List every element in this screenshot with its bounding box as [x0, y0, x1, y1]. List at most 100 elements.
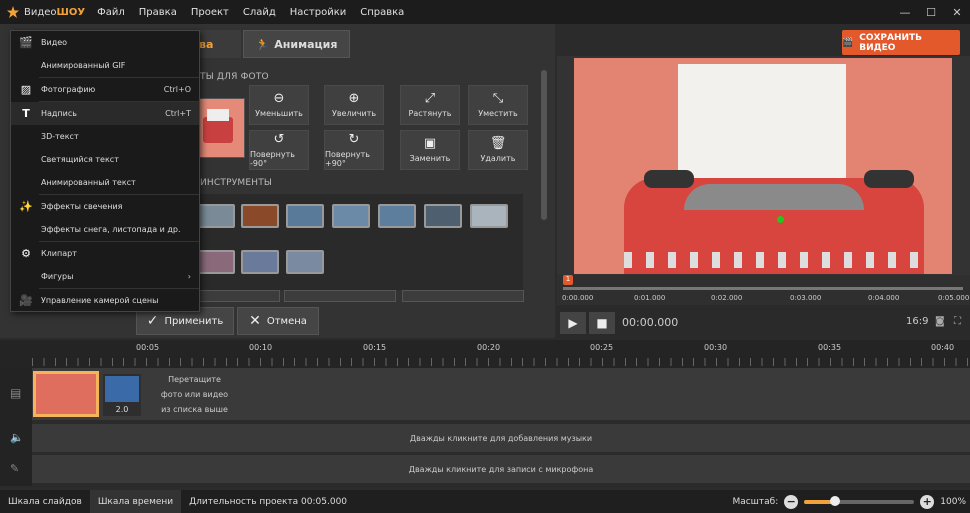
rotate-left-icon: ↺: [273, 131, 285, 147]
close-icon: ✕: [249, 313, 261, 329]
ruler-label: 00:40: [931, 343, 955, 352]
close-button[interactable]: ✕: [944, 6, 970, 19]
menu-item-video[interactable]: 🎬 Видео: [11, 31, 199, 54]
effect-thumb[interactable]: [286, 250, 324, 274]
effect-thumb[interactable]: [378, 204, 416, 228]
effects-grid: [187, 194, 523, 290]
clapper-icon: 🎬: [19, 36, 33, 49]
zoom-in-timeline-button[interactable]: +: [920, 494, 935, 509]
effect-thumb[interactable]: [424, 204, 462, 228]
aspect-ratio[interactable]: 16:9: [906, 316, 928, 327]
playhead-marker[interactable]: 1: [563, 275, 573, 285]
stop-button[interactable]: ■: [589, 312, 615, 334]
slides-scale-tab[interactable]: Шкала слайдов: [0, 490, 90, 513]
time-scale-tab[interactable]: Шкала времени: [89, 490, 182, 513]
menu-item-shapes[interactable]: Фигуры ›: [11, 265, 199, 288]
menu-slide[interactable]: Слайд: [243, 7, 276, 18]
platen-knob-right: [864, 170, 914, 188]
cancel-button[interactable]: ✕ Отмена: [237, 307, 319, 335]
gear-icon: ⚙: [21, 247, 31, 260]
rotate-left-button[interactable]: ↺ Повернуть -90°: [249, 130, 309, 170]
menu-item-clipart[interactable]: ⚙ Клипарт: [11, 242, 199, 265]
replace-icon: ▣: [423, 136, 437, 151]
add-menu-dropdown: 🎬 Видео Анимированный GIF ▨ Фотографию Ctrl…: [10, 30, 200, 312]
center-point-handle[interactable]: [777, 216, 784, 223]
zoom-control: Масштаб: − + 100%: [732, 490, 970, 513]
effect-thumb[interactable]: [241, 250, 279, 274]
zoom-slider-knob[interactable]: [830, 495, 841, 506]
effect-thumb[interactable]: [470, 204, 508, 228]
camera-icon: 🎥: [19, 294, 33, 307]
zoom-out-timeline-button[interactable]: −: [784, 494, 799, 509]
play-button[interactable]: ▶: [560, 312, 586, 334]
menu-item-animated-text[interactable]: Анимированный текст: [11, 171, 199, 194]
app-name: ВидеоШОУ: [24, 6, 86, 18]
minimize-button[interactable]: —: [892, 6, 918, 19]
speaker-icon: 🔈: [10, 431, 24, 444]
typebars-image: [684, 184, 864, 210]
menu-item-photo[interactable]: ▨ Фотографию Ctrl+O: [11, 78, 199, 101]
menu-project[interactable]: Проект: [191, 7, 229, 18]
app-logo-icon: [7, 6, 19, 18]
slide-selected[interactable]: [33, 371, 99, 417]
film-icon: 🎬: [842, 37, 854, 48]
play-icon: ▶: [568, 316, 578, 330]
preview-tick: 0:04.000: [868, 294, 900, 302]
zoom-in-icon: ⊕: [348, 91, 360, 106]
menu-item-glow-text[interactable]: Светящийся текст: [11, 148, 199, 171]
menu-settings[interactable]: Настройки: [290, 7, 346, 18]
menu-edit[interactable]: Правка: [139, 7, 177, 18]
menu-bar: Файл Правка Проект Слайд Настройки Справ…: [97, 7, 404, 18]
preview-timeline[interactable]: 1: [557, 275, 970, 305]
zoom-out-button[interactable]: ⊖ Уменьшить: [249, 85, 309, 125]
fullscreen-icon[interactable]: ⛶: [954, 316, 961, 327]
drop-hint: Перетащите фото или видео из списка выше: [160, 375, 229, 414]
menu-item-caption[interactable]: T Надпись Ctrl+T: [11, 102, 199, 125]
menu-item-camera[interactable]: 🎥 Управление камерой сцены: [11, 289, 199, 312]
trash-icon: 🗑: [489, 136, 507, 151]
stretch-button[interactable]: ⤢ Растянуть: [400, 85, 460, 125]
tab-animation[interactable]: 🏃 Анимация: [243, 30, 350, 58]
effect-action-button[interactable]: [187, 290, 280, 302]
effect-thumb[interactable]: [286, 204, 324, 228]
slide-thumb-image: [36, 374, 96, 414]
effect-thumb[interactable]: [197, 204, 235, 228]
menu-file[interactable]: Файл: [97, 7, 125, 18]
maximize-button[interactable]: ☐: [918, 6, 944, 19]
fit-icon: ⤡: [492, 91, 504, 106]
transition-duration: 2.0: [115, 405, 129, 414]
menu-help[interactable]: Справка: [360, 7, 404, 18]
submenu-arrow-icon: ›: [187, 272, 191, 281]
menu-item-glow-effects[interactable]: ✨ Эффекты свечения: [11, 195, 199, 218]
check-icon: ✓: [146, 313, 159, 329]
fit-button[interactable]: ⤡ Уместить: [468, 85, 528, 125]
ruler-ticks: [32, 358, 970, 366]
save-video-button[interactable]: 🎬 СОХРАНИТЬ ВИДЕО: [842, 30, 960, 55]
replace-button[interactable]: ▣ Заменить: [400, 130, 460, 170]
menu-item-3d-text[interactable]: 3D-текст: [11, 125, 199, 148]
rotate-right-button[interactable]: ↻ Повернуть +90°: [324, 130, 384, 170]
ruler-label: 00:10: [249, 343, 273, 352]
track-side-icons: ▤ 🔈 ✎: [0, 368, 32, 486]
effect-thumb[interactable]: [197, 250, 235, 274]
camera-icon[interactable]: ◙: [935, 316, 945, 327]
preview-tick: 0:00.000: [562, 294, 594, 302]
preview-canvas[interactable]: [574, 58, 952, 274]
tab-animation-label: Анимация: [274, 37, 338, 51]
microphone-track[interactable]: Дважды кликните для записи с микрофона: [32, 455, 970, 483]
menu-item-gif[interactable]: Анимированный GIF: [11, 54, 199, 77]
zoom-in-button[interactable]: ⊕ Увеличить: [324, 85, 384, 125]
effect-thumb[interactable]: [241, 204, 279, 228]
effect-thumb[interactable]: [332, 204, 370, 228]
delete-button[interactable]: 🗑 Удалить: [468, 130, 528, 170]
preview-tick: 0:05.000: [938, 294, 970, 302]
music-track[interactable]: Дважды кликните для добавления музыки: [32, 424, 970, 452]
panel-scrollbar[interactable]: [541, 70, 547, 220]
ruler-label: 00:35: [818, 343, 842, 352]
effect-action-button[interactable]: [402, 290, 524, 302]
effect-action-button[interactable]: [284, 290, 396, 302]
ruler-label: 00:30: [704, 343, 728, 352]
menu-item-snow-effects[interactable]: Эффекты снега, листопада и др.: [11, 218, 199, 241]
transition-item[interactable]: 2.0: [103, 374, 141, 416]
zoom-slider[interactable]: [804, 495, 915, 506]
